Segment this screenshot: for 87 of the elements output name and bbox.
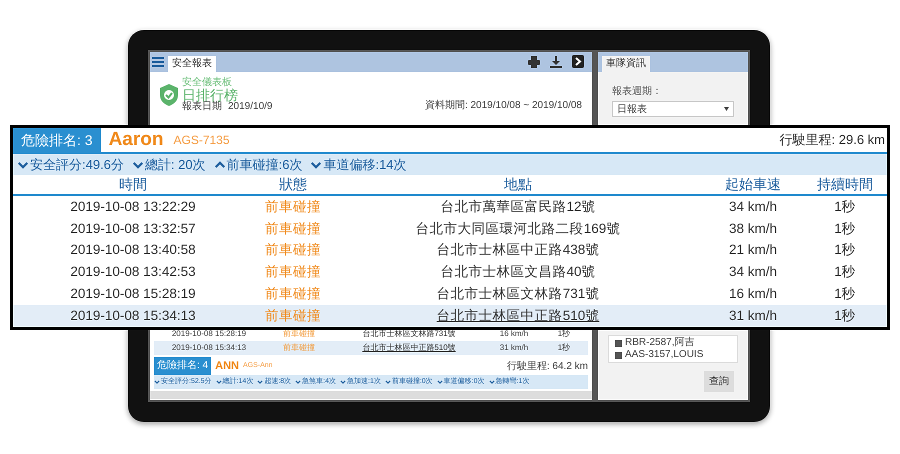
duration-cell-text: 1秒	[833, 285, 857, 304]
address-cell-text: 台北市士林區中正路438號	[436, 241, 600, 260]
time-cell-text: 2019-10-08 13:22:29	[69, 198, 197, 216]
speed-cell-text: 34 km/h	[728, 263, 778, 282]
stat-text: 前車碰撞:6次	[226, 156, 302, 174]
duration-cell-text: 1秒	[833, 198, 857, 216]
chevron-down-icon	[216, 379, 222, 385]
stat-text: 總計: 20次	[144, 156, 206, 174]
time-cell-text: 2019-10-08 15:34:13	[69, 306, 197, 325]
chevron-up-icon	[214, 158, 226, 170]
vehicle-label[interactable]: RBR-2587,阿吉	[625, 338, 694, 348]
address-cell-text: 台北市大同區環河北路二段169號	[414, 220, 622, 238]
fleet-tab[interactable]: 車隊資訊	[602, 56, 650, 72]
chevron-down-icon	[384, 379, 391, 385]
duration-cell-text: 1秒	[833, 241, 857, 260]
address-cell-text: 台北市士林區文林路731號	[436, 285, 600, 304]
download-icon[interactable]	[550, 56, 562, 68]
stat-text: 車道偏移:14次	[323, 156, 407, 174]
column-header[interactable]: 狀態	[253, 174, 333, 195]
menu-icon[interactable]	[152, 56, 164, 68]
speed-cell-text: 38 km/h	[728, 220, 778, 238]
column-header[interactable]: 起始車速	[703, 174, 803, 195]
column-header[interactable]: 時間	[13, 174, 253, 195]
time-cell-text: 2019-10-08 13:40:58	[69, 241, 197, 260]
address-cell-text: 台北市萬華區富民路12號	[439, 198, 597, 216]
column-header[interactable]: 持續時間	[803, 174, 887, 195]
duration-cell-text: 1秒	[833, 220, 857, 238]
period-label: 報表週期：	[612, 84, 663, 99]
dashboard-subtitle: 安全儀表板	[182, 78, 233, 88]
dropdown-caret-icon[interactable]	[724, 107, 729, 111]
duration-cell-text: 1秒	[833, 263, 857, 282]
chevron-down-icon	[436, 379, 443, 385]
status-cell-text: 前車碰撞	[264, 198, 322, 216]
plate-number: AGS-7135	[173, 132, 230, 149]
time-cell-text: 2019-10-08 15:28:19	[170, 328, 248, 340]
speed-cell-text: 16 km/h	[498, 328, 530, 340]
speed-cell-text: 31 km/h	[498, 342, 530, 354]
mileage-text: 行駛里程: 64.2 km	[506, 360, 588, 374]
speed-cell-text: 31 km/h	[728, 306, 778, 325]
checkbox[interactable]	[615, 352, 622, 358]
status-cell-text: 前車碰撞	[264, 241, 322, 260]
chevron-down-icon	[154, 379, 160, 385]
address-cell-text: 台北市士林區中正路510號	[436, 306, 600, 325]
address-cell-text: 台北市士林區中正路510號	[361, 342, 457, 354]
status-cell-text: 前車碰撞	[264, 285, 322, 304]
driver-name: ANN	[215, 358, 239, 374]
speed-cell-text: 16 km/h	[728, 285, 778, 304]
status-cell-text: 前車碰撞	[282, 342, 316, 354]
time-cell-text: 2019-10-08 15:34:13	[170, 342, 248, 354]
horizontal-scrollbar[interactable]	[150, 391, 592, 399]
query-button[interactable]: 查詢	[704, 371, 734, 392]
chevron-down-icon	[340, 379, 346, 385]
rank-badge: 危險排名: 3	[13, 128, 101, 152]
next-arrow-icon[interactable]	[572, 55, 584, 68]
duration-cell-text: 1秒	[833, 306, 857, 325]
table-row[interactable]: 2019-10-08 15:34:13 前車碰撞 台北市士林區中正路510號 31 km/h 1秒	[154, 341, 588, 355]
chevron-down-icon	[257, 379, 264, 385]
time-cell-text: 2019-10-08 15:28:19	[69, 285, 197, 304]
column-header[interactable]: 地點	[333, 174, 703, 195]
speed-cell-text: 34 km/h	[728, 198, 778, 216]
time-cell-text: 2019-10-08 13:42:53	[69, 263, 197, 282]
speed-cell-text: 21 km/h	[728, 241, 778, 260]
data-period: 資料期間: 2019/10/08 ~ 2019/10/08	[424, 98, 582, 113]
duration-cell-text: 1秒	[556, 342, 572, 354]
address-cell-text: 台北市士林區文昌路40號	[439, 263, 597, 282]
checkbox[interactable]	[615, 340, 622, 346]
report-date: 2019/10/9	[228, 102, 272, 112]
address-cell-text: 台北市士林區文林路731號	[361, 328, 457, 340]
duration-cell-text: 1秒	[556, 328, 572, 340]
rank-badge: 危險排名: 4	[154, 357, 212, 375]
mileage-text: 行駛里程: 29.6 km	[780, 131, 886, 150]
stat-text: 安全評分:49.6分	[30, 156, 124, 174]
period-select[interactable]: 日報表	[612, 101, 734, 117]
date-label: 報表日期	[182, 102, 222, 112]
status-cell-text: 前車碰撞	[264, 306, 322, 325]
chevron-down-icon	[295, 379, 302, 385]
page-title: 日排行榜	[182, 88, 238, 102]
table-row[interactable]: 2019-10-08 15:34:13 前車碰撞 台北市士林區中正路510號 31 km/h 1秒	[13, 305, 887, 327]
vehicle-label[interactable]: AAS-3157,LOUIS	[625, 350, 704, 360]
report-tab[interactable]: 安全報表	[168, 56, 216, 72]
status-cell-text: 前車碰撞	[264, 263, 322, 282]
status-cell-text: 前車碰撞	[282, 328, 316, 340]
shield-check-icon	[160, 84, 178, 106]
driver-name: Aaron	[108, 128, 164, 152]
status-cell-text: 前車碰撞	[264, 220, 322, 238]
chevron-down-icon	[488, 379, 495, 385]
time-cell-text: 2019-10-08 13:32:57	[69, 220, 197, 238]
